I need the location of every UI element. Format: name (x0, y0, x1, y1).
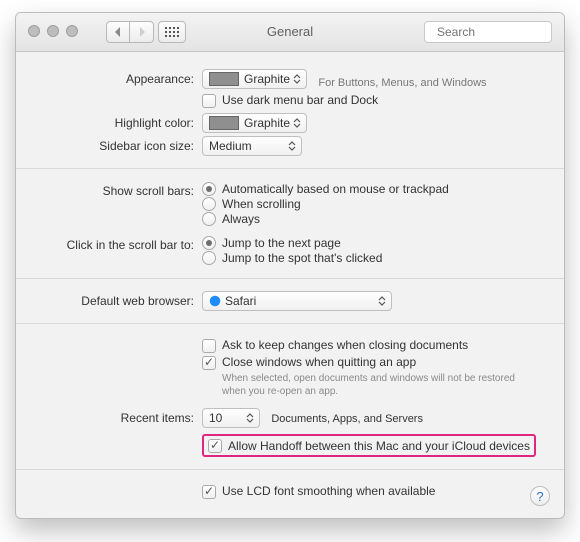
recent-value: 10 (209, 411, 243, 425)
back-button[interactable] (106, 21, 130, 43)
titlebar: General (16, 13, 564, 52)
appearance-hint: For Buttons, Menus, and Windows (318, 77, 486, 89)
updown-icon (290, 74, 304, 84)
ask-changes-checkbox[interactable] (202, 339, 216, 353)
general-prefs-window: General Appearance: Graphite For Buttons… (15, 12, 565, 519)
sidebar-value: Medium (209, 139, 285, 153)
browser-value: Safari (225, 294, 375, 308)
highlight-value: Graphite (244, 116, 290, 130)
recent-label: Recent items: (34, 408, 202, 425)
scrollclick-option-0: Jump to the next page (222, 236, 341, 250)
graphite-swatch-icon (209, 72, 239, 86)
window-controls (28, 25, 78, 37)
browser-select[interactable]: Safari (202, 291, 392, 311)
updown-icon (375, 296, 389, 306)
dark-mode-label: Use dark menu bar and Dock (222, 93, 378, 107)
scrollbars-always-radio[interactable] (202, 212, 216, 226)
close-windows-label: Close windows when quitting an app (222, 355, 416, 369)
highlight-label: Highlight color: (34, 113, 202, 130)
scrollbars-auto-radio[interactable] (202, 182, 216, 196)
help-icon: ? (536, 489, 543, 504)
recent-suffix: Documents, Apps, and Servers (271, 413, 423, 425)
highlight-select[interactable]: Graphite (202, 113, 307, 133)
handoff-checkbox[interactable] (208, 439, 222, 453)
scrollbars-scrolling-radio[interactable] (202, 197, 216, 211)
scrollclick-next-radio[interactable] (202, 236, 216, 250)
appearance-value: Graphite (244, 72, 290, 86)
divider (16, 469, 564, 470)
appearance-select[interactable]: Graphite (202, 69, 307, 89)
updown-icon (290, 118, 304, 128)
scrollbars-option-0: Automatically based on mouse or trackpad (222, 182, 449, 196)
scrollclick-spot-radio[interactable] (202, 251, 216, 265)
updown-icon (243, 413, 257, 423)
minimize-window-button[interactable] (47, 25, 59, 37)
divider (16, 168, 564, 169)
ask-changes-label: Ask to keep changes when closing documen… (222, 338, 468, 352)
dark-mode-checkbox[interactable] (202, 94, 216, 108)
lcd-smoothing-checkbox[interactable] (202, 485, 216, 499)
forward-button[interactable] (130, 21, 154, 43)
divider (16, 278, 564, 279)
updown-icon (285, 141, 299, 151)
zoom-window-button[interactable] (66, 25, 78, 37)
handoff-highlight: Allow Handoff between this Mac and your … (202, 434, 536, 457)
nav-buttons (106, 21, 154, 43)
content-area: Appearance: Graphite For Buttons, Menus,… (16, 52, 564, 518)
lcd-smoothing-label: Use LCD font smoothing when available (222, 484, 435, 498)
scrollbars-label: Show scroll bars: (34, 181, 202, 198)
appearance-label: Appearance: (34, 69, 202, 86)
close-windows-note: When selected, open documents and window… (222, 372, 532, 398)
close-window-button[interactable] (28, 25, 40, 37)
search-input[interactable] (435, 24, 565, 40)
search-field[interactable] (424, 21, 552, 43)
browser-label: Default web browser: (34, 291, 202, 308)
scrollbars-option-1: When scrolling (222, 197, 301, 211)
divider (16, 323, 564, 324)
scrollclick-label: Click in the scroll bar to: (34, 235, 202, 252)
safari-icon (209, 295, 221, 307)
sidebar-label: Sidebar icon size: (34, 136, 202, 153)
sidebar-size-select[interactable]: Medium (202, 136, 302, 156)
scrollbars-option-2: Always (222, 212, 260, 226)
recent-items-select[interactable]: 10 (202, 408, 260, 428)
help-button[interactable]: ? (530, 486, 550, 506)
handoff-label: Allow Handoff between this Mac and your … (228, 439, 530, 453)
close-windows-checkbox[interactable] (202, 356, 216, 370)
scrollclick-option-1: Jump to the spot that's clicked (222, 251, 382, 265)
grid-icon (165, 27, 179, 37)
show-all-button[interactable] (158, 21, 186, 43)
graphite-swatch-icon (209, 116, 239, 130)
